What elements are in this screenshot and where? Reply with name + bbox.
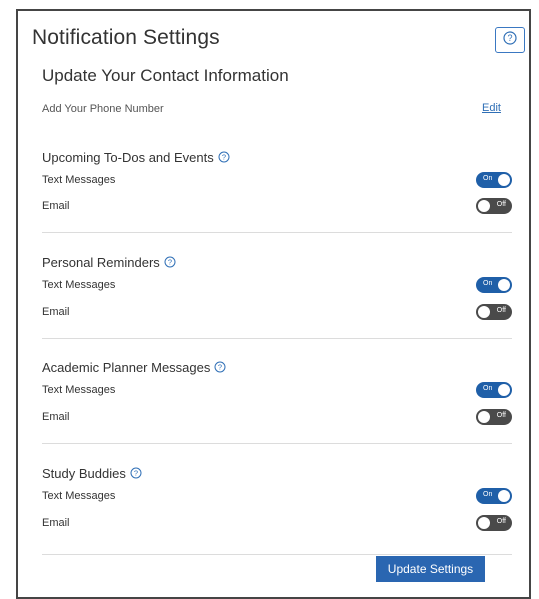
email-row: Email Off bbox=[42, 514, 512, 532]
text-messages-toggle[interactable]: On bbox=[476, 172, 512, 188]
email-toggle[interactable]: Off bbox=[476, 409, 512, 425]
email-toggle[interactable]: Off bbox=[476, 198, 512, 214]
row-label: Text Messages bbox=[42, 279, 116, 291]
question-circle-icon: ? bbox=[503, 30, 517, 50]
text-messages-toggle[interactable]: On bbox=[476, 382, 512, 398]
section-upcoming-todos: Upcoming To-Dos and Events ? Text Messag… bbox=[42, 147, 512, 214]
section-divider bbox=[42, 338, 512, 339]
toggle-state-label: Off bbox=[496, 518, 506, 525]
text-messages-row: Text Messages On bbox=[42, 487, 512, 505]
update-settings-button[interactable]: Update Settings bbox=[376, 556, 485, 582]
section-academic-planner: Academic Planner Messages ? Text Message… bbox=[42, 357, 512, 425]
row-label: Email bbox=[42, 517, 70, 529]
section-divider bbox=[42, 554, 512, 555]
email-row: Email Off bbox=[42, 408, 512, 426]
svg-text:?: ? bbox=[134, 469, 138, 478]
section-divider bbox=[42, 443, 512, 444]
help-button[interactable]: ? bbox=[495, 27, 525, 53]
toggle-knob bbox=[478, 517, 490, 529]
toggle-state-label: Off bbox=[496, 307, 506, 314]
section-study-buddies: Study Buddies ? Text Messages On Email O… bbox=[42, 463, 512, 531]
contact-section-title: Update Your Contact Information bbox=[42, 66, 289, 85]
email-row: Email Off bbox=[42, 197, 512, 215]
toggle-state-label: On bbox=[483, 280, 493, 287]
svg-text:?: ? bbox=[222, 153, 226, 162]
info-icon[interactable]: ? bbox=[164, 256, 176, 268]
email-toggle[interactable]: Off bbox=[476, 515, 512, 531]
row-label: Text Messages bbox=[42, 384, 116, 396]
row-label: Email bbox=[42, 306, 70, 318]
svg-text:?: ? bbox=[218, 363, 222, 372]
section-header: Study Buddies ? bbox=[42, 463, 512, 483]
svg-text:?: ? bbox=[168, 258, 172, 267]
toggle-knob bbox=[498, 174, 510, 186]
toggle-knob bbox=[498, 384, 510, 396]
section-title: Personal Reminders bbox=[42, 254, 160, 270]
text-messages-row: Text Messages On bbox=[42, 171, 512, 189]
section-header: Upcoming To-Dos and Events ? bbox=[42, 147, 512, 167]
info-icon[interactable]: ? bbox=[214, 361, 226, 373]
svg-text:?: ? bbox=[507, 33, 512, 43]
email-toggle[interactable]: Off bbox=[476, 304, 512, 320]
email-row: Email Off bbox=[42, 303, 512, 321]
toggle-state-label: On bbox=[483, 385, 493, 392]
toggle-knob bbox=[498, 279, 510, 291]
toggle-knob bbox=[478, 200, 490, 212]
toggle-knob bbox=[498, 490, 510, 502]
section-title: Academic Planner Messages bbox=[42, 359, 211, 375]
row-label: Email bbox=[42, 200, 70, 212]
section-header: Academic Planner Messages ? bbox=[42, 357, 512, 377]
section-divider bbox=[42, 232, 512, 233]
edit-phone-link[interactable]: Edit bbox=[482, 102, 501, 114]
text-messages-row: Text Messages On bbox=[42, 276, 512, 294]
phone-number-label: Add Your Phone Number bbox=[42, 103, 164, 115]
info-icon[interactable]: ? bbox=[218, 151, 230, 163]
toggle-state-label: On bbox=[483, 175, 493, 182]
section-header: Personal Reminders ? bbox=[42, 252, 512, 272]
section-title: Upcoming To-Dos and Events bbox=[42, 149, 214, 165]
toggle-knob bbox=[478, 411, 490, 423]
info-icon[interactable]: ? bbox=[130, 467, 142, 479]
row-label: Text Messages bbox=[42, 490, 116, 502]
section-title: Study Buddies bbox=[42, 465, 126, 481]
toggle-state-label: Off bbox=[496, 201, 506, 208]
text-messages-toggle[interactable]: On bbox=[476, 488, 512, 504]
text-messages-row: Text Messages On bbox=[42, 381, 512, 399]
row-label: Text Messages bbox=[42, 174, 116, 186]
row-label: Email bbox=[42, 411, 70, 423]
page-title: Notification Settings bbox=[32, 26, 220, 49]
toggle-knob bbox=[478, 306, 490, 318]
notification-settings-panel: Notification Settings ? Update Your Cont… bbox=[16, 9, 531, 599]
toggle-state-label: On bbox=[483, 491, 493, 498]
toggle-state-label: Off bbox=[496, 412, 506, 419]
section-personal-reminders: Personal Reminders ? Text Messages On Em… bbox=[42, 252, 512, 320]
text-messages-toggle[interactable]: On bbox=[476, 277, 512, 293]
